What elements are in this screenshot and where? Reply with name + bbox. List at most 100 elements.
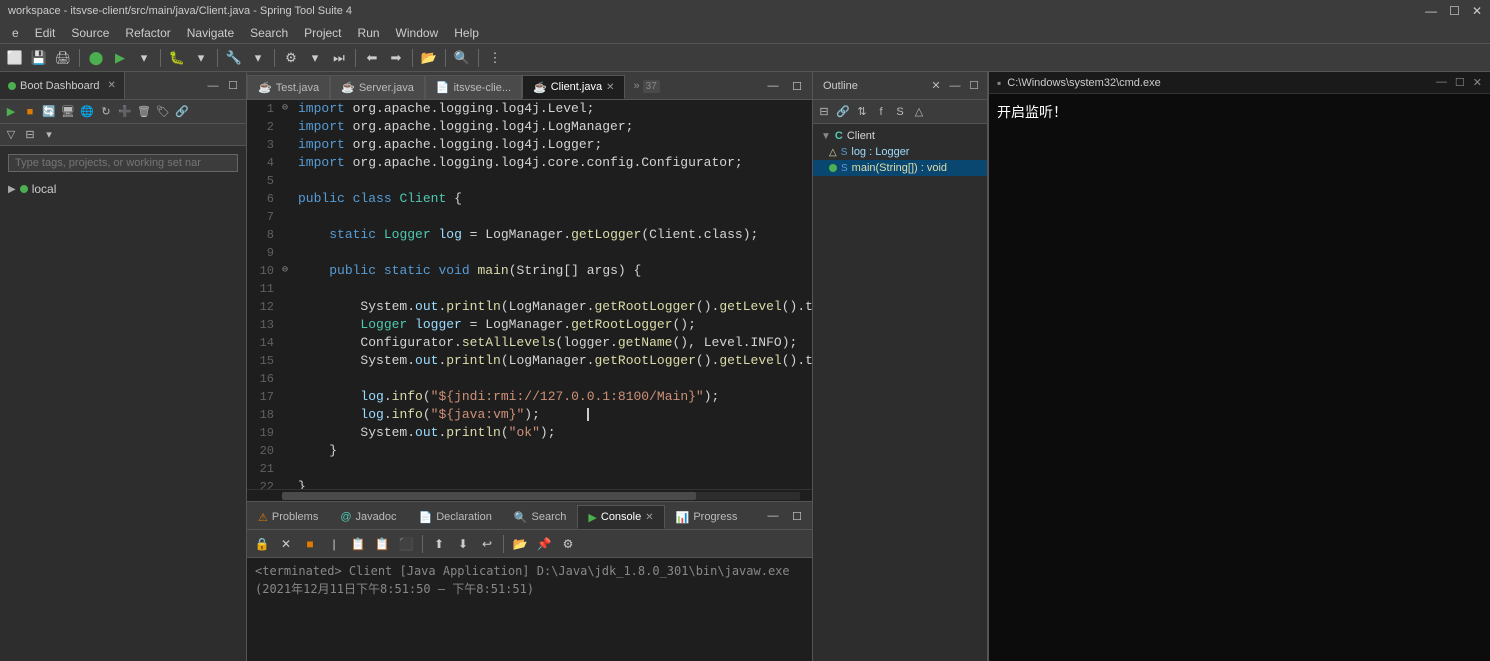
cmd-minimize-btn[interactable]: — [1436,76,1447,89]
new-app-btn[interactable]: ➕ [116,103,134,121]
outline-maximize[interactable]: ☐ [965,77,983,95]
console-open-file[interactable]: 📂 [509,533,531,555]
maximize-editor-btn[interactable]: ☐ [786,75,808,97]
cmd-content[interactable]: 开启监听！ [989,94,1490,661]
tab-console[interactable]: ▶ Console ✕ [577,505,664,529]
refresh-btn[interactable]: ↻ [97,103,115,121]
maximize-panel-btn[interactable]: ☐ [224,77,242,95]
maximize-button[interactable]: ☐ [1449,4,1460,18]
menu-file[interactable]: e [4,24,27,42]
hscroll-thumb[interactable] [282,492,696,500]
tag-btn[interactable]: 🏷 [154,103,172,121]
boot-dashboard-tab[interactable]: Boot Dashboard ✕ [0,72,125,99]
tab-client-java[interactable]: ☕ Client.java ✕ [522,75,625,99]
open-browser-btn[interactable]: 🌐 [78,103,96,121]
prev-btn[interactable]: ⬅ [361,47,383,69]
external-tool[interactable]: 🔧 [223,47,245,69]
ext-dropdown[interactable]: ▾ [247,47,269,69]
close-button[interactable]: ✕ [1472,4,1482,18]
outline-minimize[interactable]: — [946,77,964,95]
print-button[interactable]: 🖨 [52,47,74,69]
menu-window[interactable]: Window [388,24,447,42]
console-scroll-lock[interactable]: 🔒 [251,533,273,555]
toggle-btn[interactable]: ⊟ [21,126,39,144]
menu-navigate[interactable]: Navigate [179,24,242,42]
skip-btn[interactable]: ⏭ [328,47,350,69]
minimize-button[interactable]: — [1425,4,1437,18]
console-up[interactable]: ⬆ [428,533,450,555]
console-down[interactable]: ⬇ [452,533,474,555]
outline-filter-fields[interactable]: f [872,103,890,121]
menu-project[interactable]: Project [296,24,349,42]
run-dropdown[interactable]: ▾ [133,47,155,69]
tab-progress[interactable]: 📊 Progress [665,505,749,529]
tab-server-java[interactable]: ☕ Server.java [330,75,425,99]
code-content[interactable]: 1 ⊖ import org.apache.logging.log4j.Leve… [247,100,812,489]
menu-edit[interactable]: Edit [27,24,64,42]
minimize-bottom-btn[interactable]: — [762,505,784,527]
outline-log-field[interactable]: △ S log : Logger [813,144,987,160]
outline-filter-static[interactable]: S [891,103,909,121]
tab-itsvse[interactable]: 📄 itsvse-clie... [425,75,522,99]
open-console-btn[interactable]: 🖥 [59,103,77,121]
console-pin[interactable]: 📌 [533,533,555,555]
debug-dropdown[interactable]: ▾ [190,47,212,69]
save-button[interactable]: 💾 [28,47,50,69]
search-btn[interactable]: 🔍 [451,47,473,69]
menu-refactor[interactable]: Refactor [117,24,178,42]
open-type-btn[interactable]: 📂 [418,47,440,69]
link-btn[interactable]: 🔗 [173,103,191,121]
build-btn[interactable]: ⚙ [280,47,302,69]
tab-javadoc[interactable]: @ Javadoc [329,505,407,529]
new-button[interactable]: ⬜ [4,47,26,69]
menu-source[interactable]: Source [63,24,117,42]
tab-search[interactable]: 🔍 Search [503,505,578,529]
overflow-tabs-btn[interactable]: » 37 [625,76,667,96]
cmd-close-btn[interactable]: ✕ [1473,76,1482,89]
outline-client-class[interactable]: ▼ C Client [813,128,987,144]
tab-declaration[interactable]: 📄 Declaration [408,505,503,529]
more-btn[interactable]: ⋮ [484,47,506,69]
console-copy[interactable]: 📋 [347,533,369,555]
console-separator[interactable]: | [323,533,345,555]
next-btn[interactable]: ➡ [385,47,407,69]
restart-btn[interactable]: 🔄 [40,103,58,121]
outline-sort[interactable]: ⇅ [853,103,871,121]
boot-dashboard-close[interactable]: ✕ [108,80,116,91]
outline-collapse[interactable]: ⊟ [815,103,833,121]
start-btn[interactable]: ▶ [2,103,20,121]
console-terminate[interactable]: ■ [299,533,321,555]
outline-main-method[interactable]: S main(String[]) : void [813,160,987,176]
outline-close[interactable]: ✕ [927,77,945,95]
tab-problems[interactable]: ⚠ Problems [247,505,329,529]
cmd-maximize-btn[interactable]: ☐ [1455,76,1465,89]
console-paste[interactable]: 📋 [371,533,393,555]
sts-button[interactable]: ⬤ [85,47,107,69]
build-dropdown[interactable]: ▾ [304,47,326,69]
menu-run[interactable]: Run [350,24,388,42]
outline-link[interactable]: 🔗 [834,103,852,121]
console-clear[interactable]: ✕ [275,533,297,555]
toggle2-btn[interactable]: ▾ [40,126,58,144]
filter-btn[interactable]: ▽ [2,126,20,144]
debug-button[interactable]: 🐛 [166,47,188,69]
console-more[interactable]: ⚙ [557,533,579,555]
console-close[interactable]: ✕ [645,512,653,523]
stop-btn[interactable]: ■ [21,103,39,121]
run-button[interactable]: ▶ [109,47,131,69]
menu-help[interactable]: Help [446,24,487,42]
console-format[interactable]: ⬛ [395,533,417,555]
console-wrap[interactable]: ↩ [476,533,498,555]
editor-hscroll[interactable] [247,489,812,501]
maximize-bottom-btn[interactable]: ☐ [786,505,808,527]
minimize-panel-btn[interactable]: — [204,77,222,95]
delete-btn[interactable]: 🗑 [135,103,153,121]
outline-filter-nonpublic[interactable]: △ [910,103,928,121]
tab-test-java[interactable]: ☕ Test.java [247,75,330,99]
minimize-editor-btn[interactable]: — [762,75,784,97]
window-controls[interactable]: — ☐ ✕ [1425,4,1482,18]
local-expand[interactable]: ▶ local [0,180,246,198]
menu-search[interactable]: Search [242,24,296,42]
client-java-close[interactable]: ✕ [606,82,614,93]
dashboard-search-input[interactable] [8,154,238,172]
